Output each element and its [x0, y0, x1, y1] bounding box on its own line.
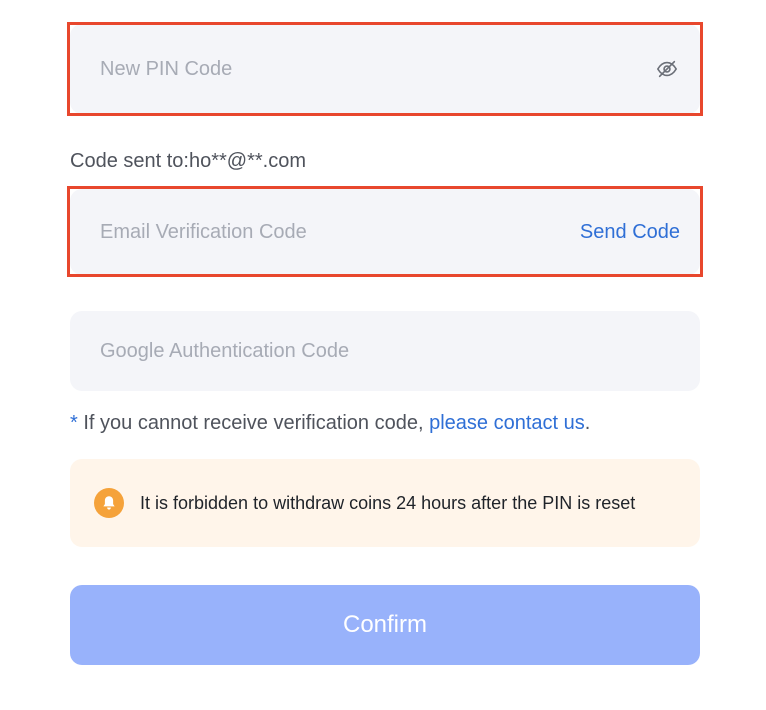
new-pin-field: [70, 24, 700, 114]
notice-text: It is forbidden to withdraw coins 24 hou…: [140, 492, 636, 513]
confirm-button[interactable]: Confirm: [70, 585, 700, 665]
code-sent-text: Code sent to:ho**@**.com: [70, 150, 306, 173]
eye-off-icon[interactable]: [654, 56, 680, 82]
pin-reset-notice: It is forbidden to withdraw coins 24 hou…: [70, 459, 700, 547]
contact-us-link[interactable]: please contact us: [429, 412, 585, 434]
email-code-input[interactable]: [100, 220, 580, 244]
new-pin-input[interactable]: [100, 57, 654, 81]
email-code-field: Send Code: [70, 189, 700, 275]
google-code-input[interactable]: [100, 339, 680, 363]
help-text: * If you cannot receive verification cod…: [70, 412, 590, 435]
help-period: .: [584, 412, 591, 434]
send-code-button[interactable]: Send Code: [580, 221, 680, 244]
code-sent-email: ho**@**.com: [188, 150, 306, 172]
google-code-field: [70, 311, 700, 391]
code-sent-prefix: Code sent to:: [70, 150, 189, 172]
help-asterisk: *: [70, 412, 78, 434]
help-message: If you cannot receive verification code,: [77, 412, 430, 434]
bell-icon: [94, 488, 124, 518]
